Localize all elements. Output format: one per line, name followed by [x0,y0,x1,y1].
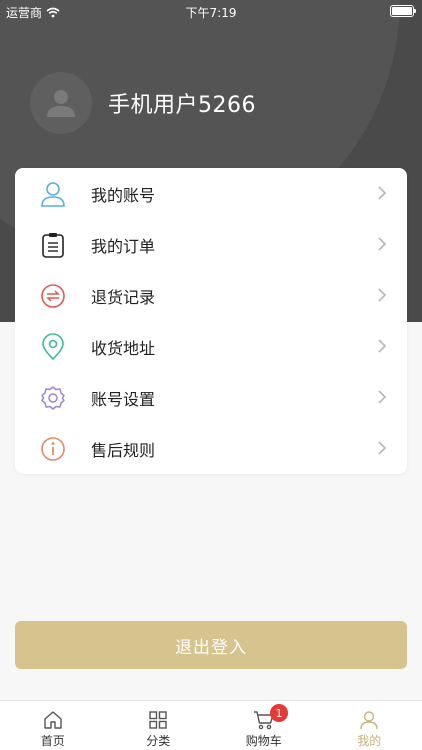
tab-label: 分类 [146,734,171,748]
grid-icon [149,711,167,729]
tab-label: 购物车 [245,734,282,748]
chevron-right-icon [378,186,387,200]
user-icon [39,180,67,208]
chevron-right-icon [378,237,387,251]
gear-icon [39,384,67,412]
return-icon [39,282,67,310]
chevron-right-icon [378,288,387,302]
home-icon [44,711,62,729]
logout-button[interactable]: 退出登入 [15,621,407,669]
menu-item-label: 收货地址 [91,338,156,358]
menu-item-label: 账号设置 [91,389,156,409]
battery-icon [390,5,416,17]
tab-home[interactable]: 首页 [0,701,106,750]
tab-mine[interactable]: 我的 [317,701,422,750]
menu-card: 我的账号 我的订单 退货记录 收货地址 账号设置 售后规则 [15,168,407,474]
menu-item-label: 我的账号 [91,185,156,205]
tab-label: 首页 [40,734,65,748]
menu-item-orders[interactable]: 我的订单 [15,219,407,270]
clock: 下午7:19 [185,6,237,20]
tab-bar: 首页 分类 1 购物车 我的 [0,700,422,750]
avatar-user-icon [47,90,75,117]
menu-item-label: 我的订单 [91,236,156,256]
info-icon [39,435,67,463]
location-pin-icon [39,332,67,361]
user-icon [360,711,378,730]
menu-item-label: 售后规则 [91,440,156,460]
user-profile[interactable]: 手机用户5266 [30,72,256,134]
status-bar: 运营商 下午7:19 [0,0,422,22]
clipboard-icon [39,231,67,259]
menu-item-label: 退货记录 [91,287,156,307]
username: 手机用户5266 [108,93,256,118]
chevron-right-icon [378,441,387,455]
menu-item-after-sales[interactable]: 售后规则 [15,423,407,474]
cart-badge: 1 [270,704,288,722]
chevron-right-icon [378,339,387,353]
tab-label: 我的 [357,734,382,748]
avatar[interactable] [30,72,92,134]
menu-item-account[interactable]: 我的账号 [15,168,407,219]
chevron-right-icon [378,390,387,404]
tab-category[interactable]: 分类 [106,701,212,750]
menu-item-settings[interactable]: 账号设置 [15,372,407,423]
menu-item-address[interactable]: 收货地址 [15,321,407,372]
menu-item-returns[interactable]: 退货记录 [15,270,407,321]
tab-cart[interactable]: 1 购物车 [211,701,317,750]
